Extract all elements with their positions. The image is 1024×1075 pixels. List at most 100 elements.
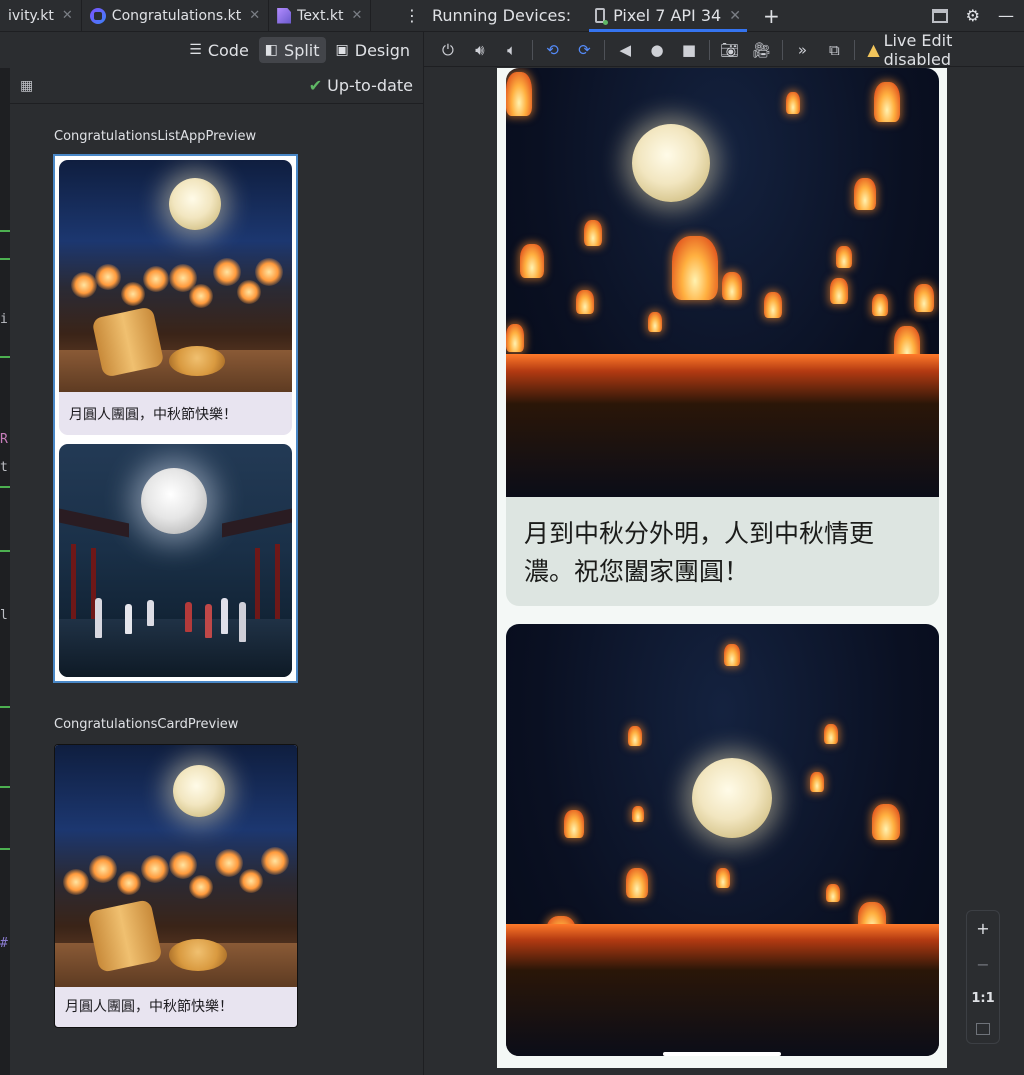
- change-marker: [0, 486, 10, 488]
- preview-status: ✔ Up-to-date: [309, 76, 413, 95]
- back-icon[interactable]: ◀: [609, 41, 641, 59]
- toolbar-divider: [781, 39, 783, 60]
- sky-lantern: [764, 292, 782, 318]
- home-indicator[interactable]: [663, 1052, 781, 1056]
- design-view-button[interactable]: ▣ Design: [330, 37, 416, 63]
- lantern-glow: [71, 272, 97, 298]
- list-card: 月圓人團圓，中秋節快樂！: [59, 160, 292, 435]
- figure: [125, 604, 132, 634]
- zoom-out-button[interactable]: −: [976, 955, 989, 974]
- overview-icon[interactable]: ■: [673, 41, 705, 59]
- card-preview[interactable]: 月圓人團圓，中秋節快樂！: [54, 744, 298, 1028]
- greeting-card: 月到中秋分外明，人到中秋情更濃。祝您闔家團圓！: [506, 68, 939, 606]
- list-preview-frame[interactable]: 月圓人團圓，中秋節快樂！: [53, 154, 298, 683]
- code-char: #: [0, 936, 8, 951]
- kotlin-file-icon: [89, 7, 106, 24]
- code-view-button[interactable]: ☰ Code: [183, 37, 255, 63]
- mirror-icon[interactable]: ⧉: [818, 41, 850, 59]
- sky-lantern: [506, 324, 524, 352]
- list-card: [59, 444, 292, 677]
- lantern-lake: [506, 354, 939, 497]
- view-mode-toolbar: ☰ Code ◧ Split ▣ Design: [0, 33, 424, 67]
- tab-label: Text.kt: [297, 7, 344, 24]
- window-icon[interactable]: [931, 8, 948, 23]
- lantern-glow: [117, 871, 141, 895]
- video-icon[interactable]: 🎥︎: [746, 41, 778, 59]
- zoom-in-button[interactable]: +: [976, 919, 989, 938]
- power-icon[interactable]: ⏻: [432, 41, 464, 59]
- settings-icon[interactable]: ⚙: [966, 6, 980, 25]
- code-view-label: Code: [207, 40, 249, 60]
- running-devices-label: Running Devices:: [432, 6, 572, 25]
- code-char: l: [0, 608, 8, 623]
- lantern-glow: [189, 284, 213, 308]
- split-view-button[interactable]: ◧ Split: [258, 37, 326, 63]
- layout-grid-icon[interactable]: ▦: [20, 78, 33, 94]
- camera-icon[interactable]: 📷︎: [714, 41, 746, 59]
- sky-lantern: [810, 772, 824, 792]
- live-edit-status[interactable]: ▲ Live Edit disabled: [867, 31, 1024, 69]
- lantern-glow: [261, 847, 289, 875]
- figure: [95, 598, 102, 638]
- lantern-glow: [121, 282, 145, 306]
- moon: [632, 124, 710, 202]
- close-icon[interactable]: ✕: [729, 8, 741, 24]
- mooncake: [91, 306, 165, 378]
- volume-down-icon[interactable]: 🔈︎: [496, 41, 528, 59]
- rotate-left-icon[interactable]: ⟲: [537, 41, 569, 59]
- card-caption: 月圓人團圓，中秋節快樂！: [65, 999, 233, 1015]
- warning-icon: ▲: [867, 40, 880, 59]
- sky-lantern: [914, 284, 934, 312]
- lantern-glow: [141, 855, 169, 883]
- tab-text[interactable]: Text.kt ✕: [269, 0, 372, 32]
- change-marker: [0, 848, 10, 850]
- sky-lantern: [626, 868, 648, 898]
- change-marker: [0, 356, 10, 358]
- rotate-right-icon[interactable]: ⟳: [568, 41, 600, 59]
- close-icon[interactable]: ✕: [249, 8, 260, 23]
- lantern-glow: [143, 266, 169, 292]
- card-preview-title: CongratulationsCardPreview: [54, 717, 239, 732]
- close-icon[interactable]: ✕: [62, 8, 73, 23]
- card-caption: 月圓人團圓，中秋節快樂！: [69, 406, 237, 423]
- expand-more-icon[interactable]: »: [787, 41, 819, 59]
- sky-lantern: [826, 884, 840, 902]
- tab-congratulations[interactable]: Congratulations.kt ✕: [82, 0, 270, 32]
- sky-lantern: [722, 272, 742, 300]
- device-screen[interactable]: 月到中秋分外明，人到中秋情更濃。祝您闔家團圓！: [497, 68, 947, 1068]
- lantern-glow: [169, 851, 197, 879]
- volume-up-icon[interactable]: 🔊︎: [464, 41, 496, 59]
- lantern-glow: [237, 280, 261, 304]
- preview-status-label: Up-to-date: [327, 76, 413, 95]
- sky-lantern: [836, 246, 852, 268]
- design-view-label: Design: [354, 40, 410, 60]
- home-icon[interactable]: ●: [641, 41, 673, 59]
- toolbar-divider: [604, 39, 606, 60]
- card-caption: 月到中秋分外明，人到中秋情更濃。祝您闔家團圓！: [524, 519, 875, 586]
- code-char: i: [0, 312, 8, 327]
- close-icon[interactable]: ✕: [352, 8, 363, 23]
- zoom-controls: + − 1:1: [966, 910, 1000, 1044]
- lantern-glow: [189, 875, 213, 899]
- tab-activity[interactable]: ivity.kt ✕: [0, 0, 82, 32]
- fit-screen-icon[interactable]: [976, 1022, 990, 1035]
- zoom-actual-size-button[interactable]: 1:1: [971, 991, 994, 1006]
- minimize-icon[interactable]: —: [998, 6, 1014, 25]
- sky-lantern: [724, 644, 740, 666]
- temple-roof: [222, 508, 292, 538]
- split-view-label: Split: [284, 40, 320, 60]
- design-view-icon: ▣: [335, 42, 349, 58]
- toolbar-divider: [531, 39, 533, 60]
- tab-label: Congratulations.kt: [111, 7, 242, 24]
- change-marker: [0, 550, 10, 552]
- sky-lantern: [672, 236, 718, 300]
- split-view-icon: ◧: [264, 42, 279, 58]
- sky-lantern: [872, 804, 900, 840]
- device-toolbar: ⏻ 🔊︎ 🔈︎ ⟲ ⟳ ◀ ● ■ 📷︎ 🎥︎ » ⧉ ▲ Live Edit d…: [424, 31, 1024, 69]
- toolbar-divider: [854, 39, 856, 60]
- more-vertical-icon[interactable]: ⋮: [400, 6, 424, 25]
- lantern-glow: [213, 258, 241, 286]
- add-tab-icon[interactable]: +: [763, 4, 780, 28]
- tab-device[interactable]: Pixel 7 API 34 ✕: [589, 0, 747, 32]
- checkmark-icon: ✔: [308, 76, 323, 95]
